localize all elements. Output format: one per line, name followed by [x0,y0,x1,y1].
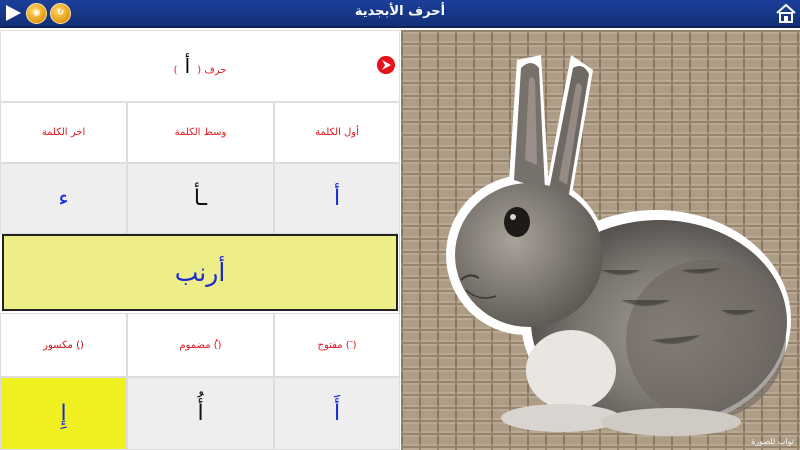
label-first: أول الكلمة [274,102,400,163]
image-watermark: ثواب للصورة [751,437,794,446]
letter-header: حرف ( أ ) [0,30,400,102]
title-bar: ◉ ↻ أحرف الأبجدية [0,0,800,28]
fatha-letter-button[interactable]: أَ [274,377,400,450]
letter-header-label: حرف ( أ ) [173,54,227,78]
page-title: أحرف الأبجدية [354,4,446,19]
label-middle: وسط الكلمة [127,102,274,163]
example-word: أرنب [174,258,226,287]
label-last: اخر الكلمة [0,102,127,163]
letter-middle-button[interactable]: ـأ [127,163,274,234]
letter-first-button[interactable]: أ [274,163,400,234]
picture-panel[interactable]: ثواب للصورة [401,30,800,450]
letter-last-button[interactable]: ء [0,163,127,234]
rabbit-image [446,55,791,436]
damma-letter-button[interactable]: أُ [127,377,274,450]
letter-panel: حرف ( أ ) اخر الكلمة وسط الكلمة أول الكل… [0,30,400,450]
next-arrow-icon[interactable] [377,56,395,74]
kasra-letter-button[interactable]: إِ [0,377,127,450]
label-damma: مضموم (ُ) [127,313,274,377]
home-icon[interactable] [775,2,797,24]
label-fatha: مفتوح ( َ) [274,313,400,377]
example-word-button[interactable]: أرنب [2,234,398,311]
label-kasra: مكسور (ِ) [0,313,127,377]
header-letter: أ [184,54,191,78]
